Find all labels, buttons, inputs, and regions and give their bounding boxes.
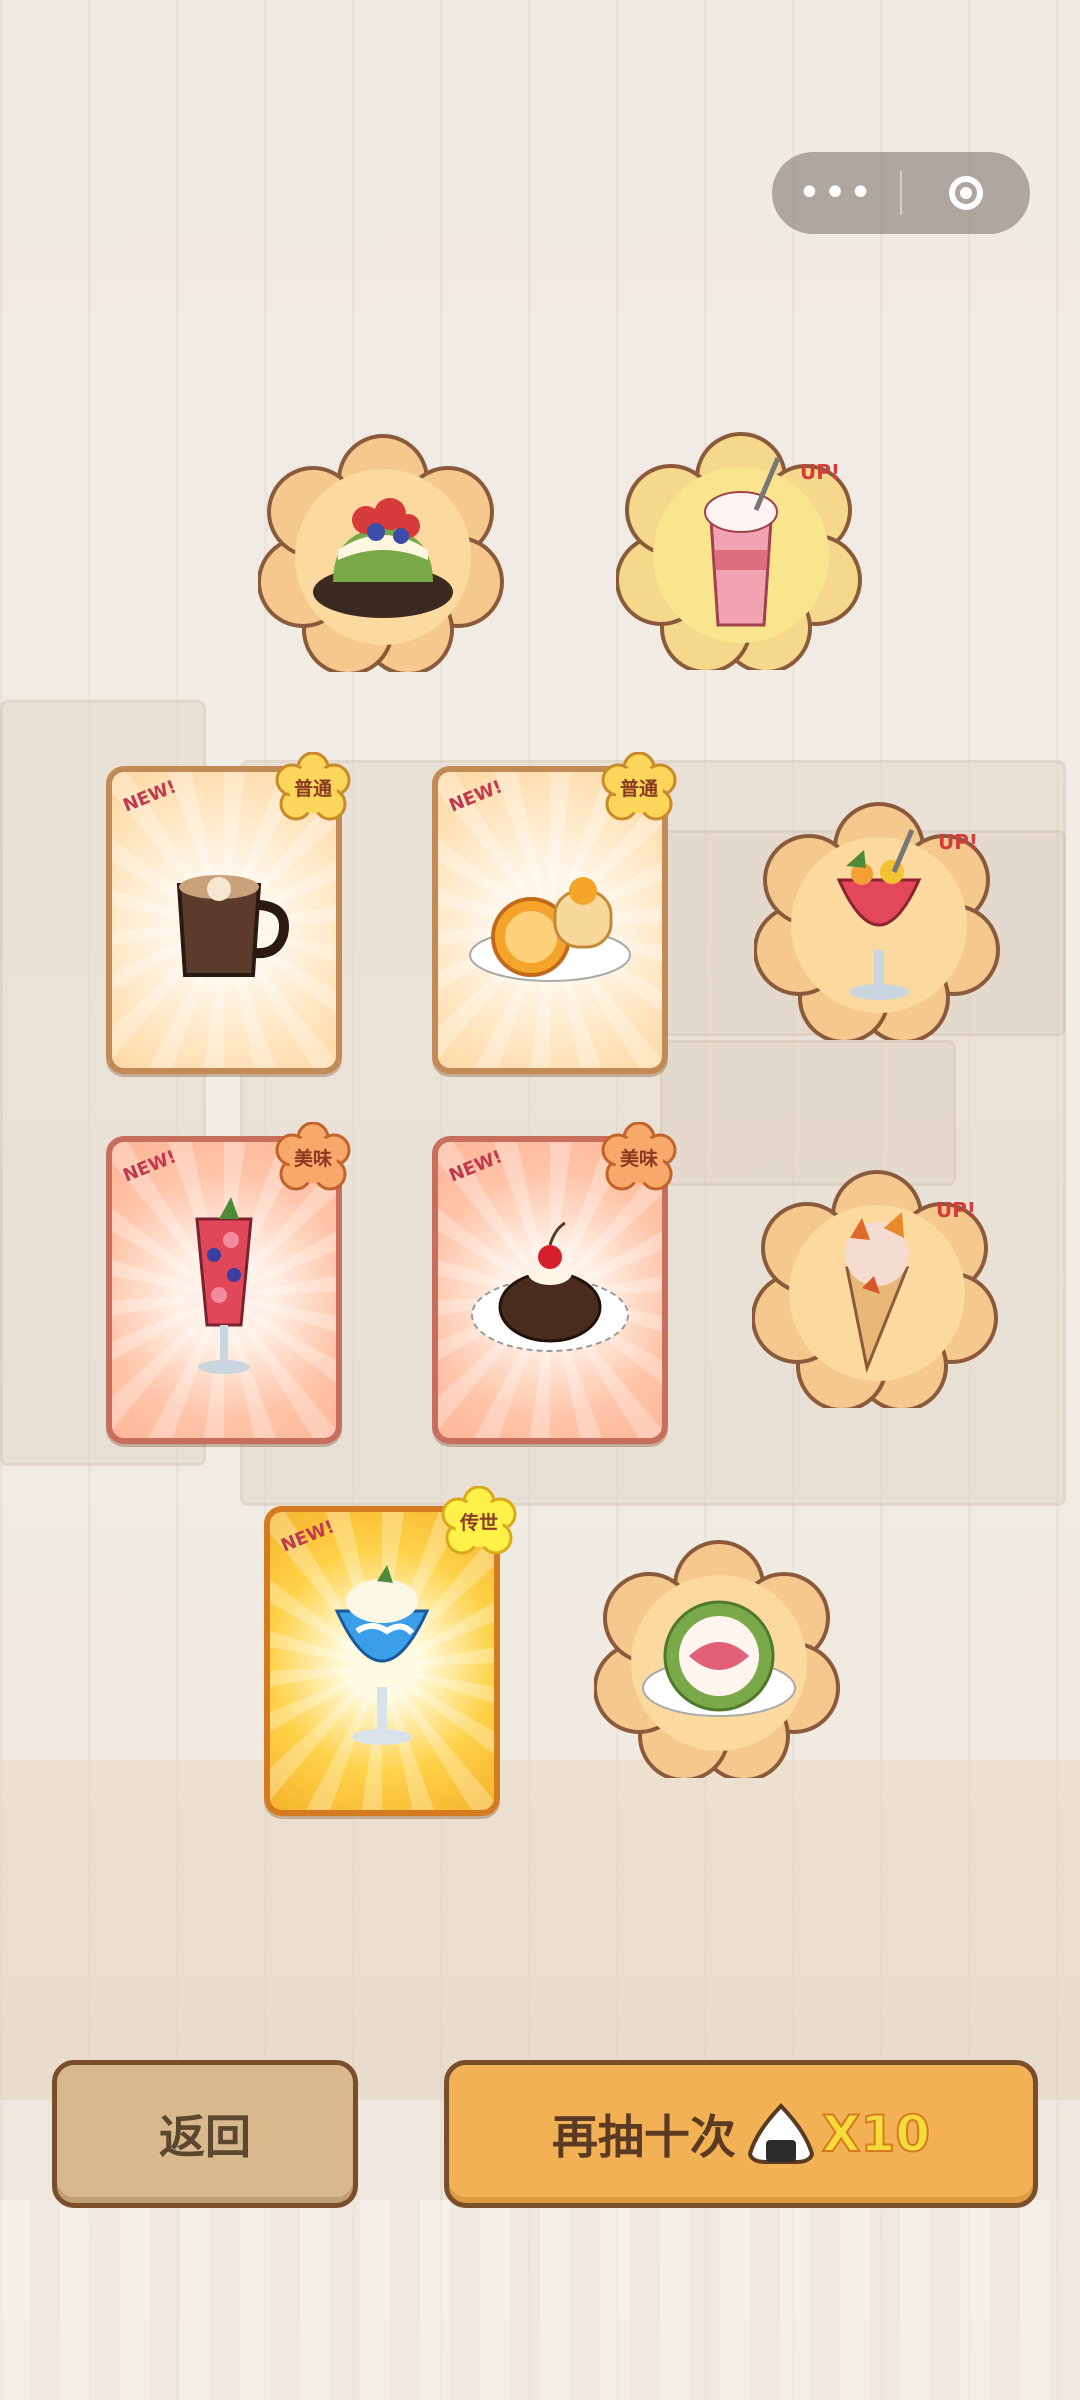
flower-frame	[258, 434, 504, 672]
rarity-label: 普通	[293, 778, 332, 800]
featured-autumn-leaf-ice-cream-cone[interactable]: UP!	[752, 1168, 1002, 1408]
up-label: UP!	[799, 460, 840, 484]
featured-matcha-strawberry-roll[interactable]	[594, 1538, 844, 1778]
featured-strawberry-milkshake[interactable]: UP!	[616, 430, 866, 670]
rarity-label: 美味	[293, 1148, 332, 1170]
berry-parfait-icon	[195, 1197, 253, 1374]
card-orange-roll-cake[interactable]: NEW! 普通	[432, 752, 677, 1074]
rarity-badge: 传世	[440, 1486, 518, 1560]
blue-cream-soda-icon	[334, 1565, 430, 1745]
up-label: UP!	[935, 1198, 976, 1222]
rarity-badge: 美味	[600, 1122, 678, 1196]
card-blue-cream-soda[interactable]: NEW! 传世	[264, 1486, 517, 1816]
chocolate-cherry-cake-icon	[471, 1221, 629, 1352]
up-label: UP!	[937, 830, 978, 854]
ring-icon	[949, 176, 983, 210]
featured-fruit-punch[interactable]: UP!	[754, 800, 1004, 1040]
card-chocolate-cherry-cake[interactable]: NEW! 美味	[432, 1122, 677, 1444]
cat-latte-icon	[176, 875, 289, 977]
draw-ten-again-button[interactable]: 再抽十次 X10	[444, 2060, 1038, 2208]
rarity-label: 传世	[459, 1512, 498, 1534]
more-dots-icon[interactable]: •••	[772, 152, 900, 234]
rarity-badge: 普通	[274, 752, 352, 826]
rarity-label: 美味	[619, 1148, 658, 1170]
draw-ten-again-label: 再抽十次	[551, 2110, 736, 2164]
ring-dot	[960, 187, 972, 199]
card-berry-parfait[interactable]: NEW! 美味	[106, 1122, 351, 1444]
rice-ball-icon	[747, 2103, 814, 2164]
back-button-label: 返回	[159, 2110, 251, 2164]
target-close-icon[interactable]	[902, 152, 1030, 234]
back-button[interactable]: 返回	[52, 2060, 358, 2208]
rarity-label: 普通	[619, 778, 658, 800]
cost-display: X10	[746, 2102, 931, 2166]
featured-strawberry-matcha-cake[interactable]	[258, 432, 508, 672]
mini-program-capsule: •••	[772, 152, 1030, 234]
flower-frame	[594, 1540, 840, 1778]
card-cat-latte[interactable]: NEW! 普通	[106, 752, 351, 1074]
rarity-badge: 美味	[274, 1122, 352, 1196]
cost-amount: X10	[821, 2104, 931, 2164]
orange-roll-cake-icon	[469, 877, 631, 982]
rarity-badge: 普通	[600, 752, 678, 826]
